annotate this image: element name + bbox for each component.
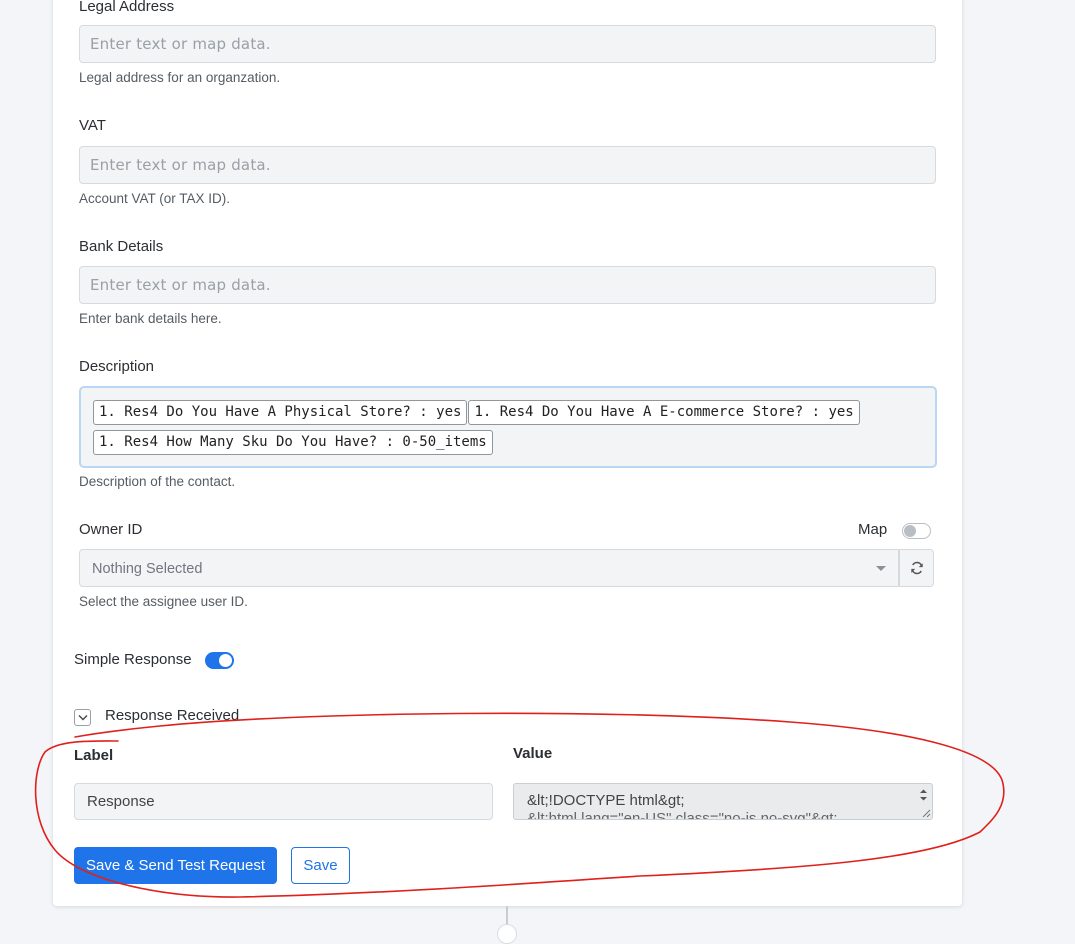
description-tag[interactable]: 1. Res4 Do You Have A Physical Store? : … (93, 400, 468, 425)
resize-handle-icon[interactable] (922, 809, 931, 818)
description-input[interactable]: 1. Res4 Do You Have A Physical Store? : … (79, 386, 937, 468)
response-received-expander[interactable] (74, 709, 91, 726)
vat-label: VAT (79, 117, 106, 134)
simple-response-label: Simple Response (74, 651, 192, 668)
legal-address-label: Legal Address (79, 0, 175, 15)
label-column-header: Label (74, 747, 114, 764)
response-value-textarea[interactable]: &lt;!DOCTYPE html&gt; &lt;html lang="en-… (513, 783, 933, 820)
flow-connector-node (497, 924, 517, 944)
scroll-arrows-icon[interactable] (917, 787, 930, 803)
response-label-value: Response (87, 793, 155, 810)
map-toggle-label: Map (858, 521, 888, 538)
map-toggle[interactable] (902, 523, 931, 539)
owner-id-selected-value: Nothing Selected (92, 561, 203, 577)
description-tag[interactable]: 1. Res4 Do You Have A E-commerce Store? … (468, 400, 860, 425)
owner-id-select[interactable]: Nothing Selected (79, 549, 899, 587)
vat-help: Account VAT (or TAX ID). (79, 191, 231, 206)
description-tag[interactable]: 1. Res4 How Many Sku Do You Have? : 0-50… (93, 430, 493, 455)
description-label: Description (79, 358, 155, 375)
description-help: Description of the contact. (79, 474, 236, 489)
legal-address-help: Legal address for an organzation. (79, 70, 281, 85)
bank-details-label: Bank Details (79, 238, 164, 255)
simple-response-toggle[interactable] (205, 652, 234, 669)
save-and-send-test-request-button[interactable]: Save & Send Test Request (74, 847, 277, 884)
caret-down-icon (876, 566, 886, 571)
refresh-icon (910, 561, 923, 575)
value-column-header: Value (513, 745, 553, 762)
bank-details-input[interactable] (79, 266, 936, 304)
chevron-down-icon (78, 715, 87, 721)
refresh-button[interactable] (899, 549, 934, 587)
bank-details-help: Enter bank details here. (79, 311, 222, 326)
response-received-label: Response Received (105, 707, 240, 724)
owner-id-help: Select the assignee user ID. (79, 594, 248, 609)
vat-input[interactable] (79, 146, 936, 184)
response-value-line: &lt;html lang="en-US" class="no-js no-sv… (527, 810, 838, 820)
legal-address-input[interactable] (79, 25, 936, 63)
response-value-line: &lt;!DOCTYPE html&gt; (527, 792, 685, 809)
save-button[interactable]: Save (291, 847, 350, 884)
owner-id-label: Owner ID (79, 521, 143, 538)
response-label-field[interactable]: Response (74, 783, 493, 820)
